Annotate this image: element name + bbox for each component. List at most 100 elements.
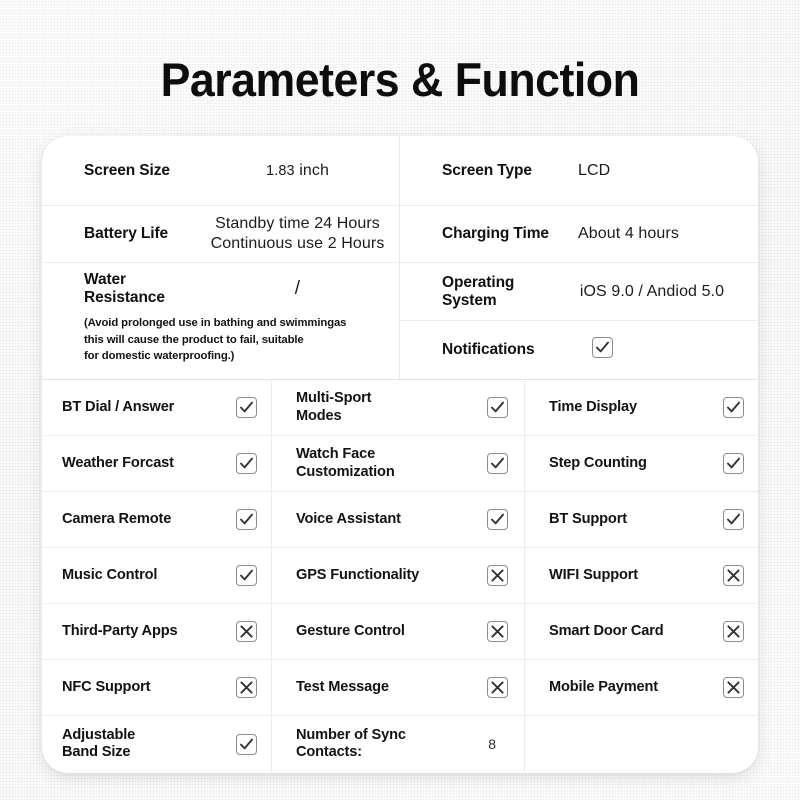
screen-size-number: 1.83 [266,162,295,179]
feature-label: Music Control [62,566,158,583]
feature-label-line-2: Modes [296,407,342,424]
feature-label: GPS Functionality [296,566,420,583]
spec-card: Screen Size 1.83 inch Battery Life Stand… [42,136,758,773]
spec-row-battery-life: Battery Life Standby time 24 Hours Conti… [42,206,399,263]
nfc-support-checkbox-crossed-icon[interactable] [236,677,257,698]
camera-remote-checkbox-checked-icon[interactable] [236,509,257,530]
note-line-1: (Avoid prolonged use in bathing and swim… [84,317,347,329]
table-row: Music Control GPS Functionality WIFI Sup… [42,548,758,604]
feature-label: Weather Forcast [62,454,174,471]
feature-label: Step Counting [549,454,647,471]
water-resistance-note: (Avoid prolonged use in bathing and swim… [42,315,399,375]
test-message-checkbox-crossed-icon[interactable] [487,677,508,698]
feature-label: Voice Assistant [296,510,401,527]
feature-cell-test-message: Test Message [272,660,525,715]
spec-label-screen-size: Screen Size [84,161,170,179]
spec-value-screen-size: 1.83 inch [202,161,393,181]
feature-cell-time-display: Time Display [525,380,758,435]
feature-label-line-1: Adjustable [62,726,136,743]
spec-label-charging-time: Charging Time [442,225,549,242]
spec-label-screen-type: Screen Type [442,161,532,179]
note-line-3: for domestic waterproofing.) [84,350,235,362]
spec-value-water-resistance: / [294,278,301,299]
feature-label: Smart Door Card [549,622,664,639]
music-control-checkbox-checked-icon[interactable] [236,565,257,586]
third-party-apps-checkbox-crossed-icon[interactable] [236,621,257,642]
spec-label-battery-life: Battery Life [84,225,169,242]
feature-label: NFC Support [62,678,151,695]
feature-cell-gesture-control: Gesture Control [272,604,525,659]
table-row: Camera Remote Voice Assistant BT Support [42,492,758,548]
battery-life-line-1: Standby time 24 Hours [215,215,380,232]
feature-cell-gps-functionality: GPS Functionality [272,548,525,603]
feature-label: Multi-Sport Modes [296,390,372,425]
spec-value-operating-system: iOS 9.0 / Andiod 5.0 [579,282,725,300]
spec-sheet-page: Parameters & Function Screen Size 1.83 i… [0,0,800,800]
feature-label: Number of Sync Contacts: [296,727,406,762]
smart-door-card-checkbox-crossed-icon[interactable] [723,621,744,642]
page-title: Parameters & Function [160,53,640,106]
feature-label-line-1: Watch Face [296,446,376,462]
feature-label: Time Display [549,398,637,415]
feature-cell-number-of-sync-contacts: Number of Sync Contacts: 8 [272,716,525,772]
water-resistance-line-1: Water [84,271,126,288]
screen-size-unit: inch [299,161,329,179]
spec-label-water-resistance: Water Resistance [42,271,202,307]
feature-cell-smart-door-card: Smart Door Card [525,604,758,659]
feature-cell-camera-remote: Camera Remote [42,492,272,547]
spec-value-screen-type: LCD [578,161,611,179]
spec-row-charging-time: Charging Time About 4 hours [400,206,758,263]
feature-cell-watch-face-customization: Watch Face Customization [272,436,525,491]
spec-left-column: Screen Size 1.83 inch Battery Life Stand… [42,136,400,379]
watch-face-customization-checkbox-checked-icon[interactable] [487,453,508,474]
table-row: BT Dial / Answer Multi-Sport Modes Time … [42,380,758,436]
feature-label: WIFI Support [549,566,638,583]
spec-label-notifications: Notifications [442,341,535,358]
water-resistance-line-2: Resistance [84,289,165,306]
adjustable-band-size-checkbox-checked-icon[interactable] [236,733,257,755]
bt-support-checkbox-checked-icon[interactable] [723,509,744,530]
time-display-checkbox-checked-icon[interactable] [723,397,744,418]
feature-cell-wifi-support: WIFI Support [525,548,758,603]
battery-life-line-2: Continuous use 2 Hours [210,235,385,252]
feature-cell-empty [525,716,758,772]
spec-value-battery-life: Standby time 24 Hours Continuous use 2 H… [202,214,393,254]
feature-label: Third-Party Apps [62,622,178,639]
feature-label: Gesture Control [296,622,405,639]
spec-label-operating-system: Operating System [400,274,560,310]
table-row: Adjustable Band Size Number of Sync Cont… [42,716,758,772]
mobile-payment-checkbox-crossed-icon[interactable] [723,677,744,698]
table-row: Weather Forcast Watch Face Customization… [42,436,758,492]
gesture-control-checkbox-crossed-icon[interactable] [487,621,508,642]
feature-label: Mobile Payment [549,678,658,695]
step-counting-checkbox-checked-icon[interactable] [723,453,744,474]
feature-label: Adjustable Band Size [62,727,135,762]
feature-label-line-2: Contacts: [296,744,362,760]
feature-label: Test Message [296,678,389,695]
spec-row-water-resistance: Water Resistance / [42,263,399,315]
feature-cell-voice-assistant: Voice Assistant [272,492,525,547]
spec-row-screen-size: Screen Size 1.83 inch [42,136,399,206]
feature-label: Camera Remote [62,510,172,527]
feature-cell-weather-forcast: Weather Forcast [42,436,272,491]
weather-forcast-checkbox-checked-icon[interactable] [236,453,257,474]
voice-assistant-checkbox-checked-icon[interactable] [487,509,508,530]
spec-row-operating-system: Operating System iOS 9.0 / Andiod 5.0 [400,263,758,321]
wifi-support-checkbox-crossed-icon[interactable] [723,565,744,586]
feature-cell-mobile-payment: Mobile Payment [525,660,758,715]
feature-grid: BT Dial / Answer Multi-Sport Modes Time … [42,379,758,772]
feature-label-line-1: Multi-Sport [296,390,372,406]
multi-sport-modes-checkbox-checked-icon[interactable] [487,397,508,418]
feature-label-line-2: Customization [296,463,395,480]
notifications-checkbox-checked-icon[interactable] [592,336,613,358]
operating-system-line-2: System [442,291,497,309]
feature-label: BT Dial / Answer [62,398,175,415]
spec-row-screen-type: Screen Type LCD [400,136,758,206]
feature-cell-adjustable-band-size: Adjustable Band Size [42,716,272,772]
bt-dial-answer-checkbox-checked-icon[interactable] [236,397,257,418]
table-row: NFC Support Test Message Mobile Payment [42,660,758,716]
gps-functionality-checkbox-crossed-icon[interactable] [487,565,508,586]
spec-right-column: Screen Type LCD Charging Time About 4 ho… [400,136,758,379]
number-of-sync-contacts-value: 8 [488,736,496,752]
spec-row-notifications: Notifications [400,321,758,379]
